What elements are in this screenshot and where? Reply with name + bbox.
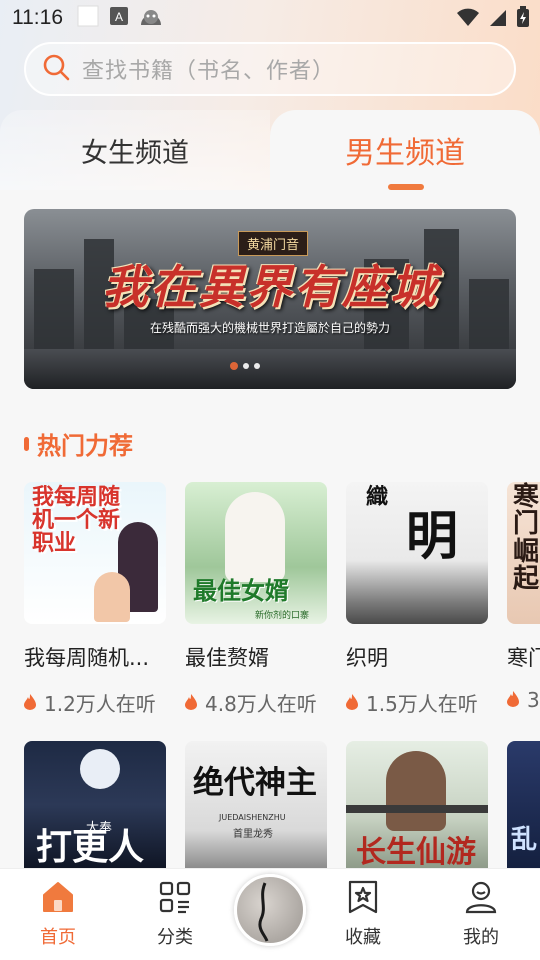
status-time: 11:16 [12,6,63,29]
book-cover[interactable]: 我每周随机一个新职业 [24,482,166,624]
nav-favorites-label: 收藏 [345,927,381,948]
cover-title: 我每周随机一个新职业 [32,484,121,557]
cover-subtitle: 新你剂的口寨 [255,611,310,621]
book-listeners: 1.5万人在听 [346,688,488,717]
banner-subtitle: 在残酷而强大的機械世界打造屬於自己的勢力 [149,321,390,335]
player-cover-art [258,882,269,942]
banner-title: 我在異界有座城 [102,260,438,314]
book-cover[interactable]: 乱 [507,741,540,869]
a-text-icon: A [109,6,129,31]
search-icon [42,53,70,85]
nav-profile-label: 我的 [463,927,499,948]
cover-character [386,751,446,831]
flame-icon [507,688,519,712]
cover-character [225,492,285,582]
cover-title: 打更人 [36,826,145,868]
active-tab-indicator [388,184,424,190]
listener-count: 3 [527,688,540,712]
book-cover[interactable]: 绝代神主 JUEDAISHENZHU 首里龙秀 [185,741,327,869]
wifi-icon [456,7,480,32]
book-cover[interactable]: 最佳女婿 新你剂的口寨 [185,482,327,624]
carousel-dot-active[interactable] [230,362,238,370]
cellular-signal-icon [488,7,508,32]
carousel-dot[interactable] [243,363,249,369]
banner-ground [24,349,516,389]
cover-title: 绝代神主 [193,765,317,801]
section-title: 热门力荐 [37,432,133,460]
section-accent-bar [24,436,29,451]
book-card[interactable]: 长生仙游 [346,741,488,869]
book-cover[interactable]: 寒门崛起 [507,482,540,624]
cover-title: 长生仙游 [356,835,476,869]
channel-tabs: 女生频道 男生频道 [0,110,540,190]
profile-icon [441,879,521,915]
status-bar: 11:16 A [0,0,540,36]
book-card[interactable]: 織 明 织明 1.5万人在听 [346,482,488,717]
status-right-icons [456,6,530,33]
book-card[interactable]: 大奉 打更人 [24,741,166,869]
book-listeners: 1.2万人在听 [24,688,166,717]
nav-category[interactable]: 分类 [135,879,215,949]
cover-title: 乱 [511,825,538,855]
nav-favorites[interactable]: 收藏 [323,879,403,949]
cover-title: 寒门崛起 [513,482,540,594]
tab-female-channel[interactable]: 女生频道 [0,110,270,190]
book-card[interactable]: 乱 [507,741,540,869]
book-cover[interactable]: 織 明 [346,482,488,624]
book-card[interactable]: 最佳女婿 新你剂的口寨 最佳赘婿 4.8万人在听 [185,482,327,717]
book-card[interactable]: 寒门崛起 寒门 3 [507,482,540,712]
flame-icon [24,691,36,715]
book-cover[interactable]: 大奉 打更人 [24,741,166,869]
category-grid-icon [135,879,215,915]
flame-icon [346,691,358,715]
book-card[interactable]: 我每周随机一个新职业 我每周随机... 1.2万人在听 [24,482,166,717]
book-listeners: 4.8万人在听 [185,688,327,717]
flame-icon [185,691,197,715]
cover-pinyin: JUEDAISHENZHU [219,813,286,822]
cover-title-a: 織 [366,484,389,510]
search-bar[interactable]: 查找书籍（书名、作者） [24,42,516,96]
nav-home-label: 首页 [40,927,76,948]
nav-category-label: 分类 [157,927,193,948]
book-title[interactable]: 我每周随机... [24,642,166,672]
battery-charging-icon [516,6,530,33]
svg-text:A: A [115,10,123,24]
cover-title: 最佳女婿 [193,576,289,605]
book-title[interactable]: 织明 [346,642,488,672]
section-header-hot: 热门力荐 [24,426,133,461]
cover-moon [80,749,120,789]
listener-count: 1.5万人在听 [366,692,478,716]
book-cover[interactable]: 长生仙游 [346,741,488,869]
listener-count: 4.8万人在听 [205,692,317,716]
nav-profile[interactable]: 我的 [441,879,521,949]
bookmark-star-icon [323,879,403,915]
cover-sword [346,805,488,813]
notification-square-icon [77,5,99,32]
carousel-dots [230,362,260,370]
cover-author: 首里龙秀 [233,829,273,840]
cover-title-b: 明 [406,506,459,567]
book-title[interactable]: 最佳赘婿 [185,642,327,672]
android-icon [139,5,163,32]
carousel-dot[interactable] [254,363,260,369]
book-listeners: 3 [507,688,540,712]
nav-home[interactable]: 首页 [18,879,98,949]
cover-character [94,572,130,622]
banner-carousel[interactable]: 黄浦门音 我在異界有座城 在残酷而强大的機械世界打造屬於自己的勢力 [24,209,516,389]
listener-count: 1.2万人在听 [44,692,156,716]
book-card[interactable]: 绝代神主 JUEDAISHENZHU 首里龙秀 [185,741,327,869]
home-icon [18,879,98,915]
search-placeholder: 查找书籍（书名、作者） [82,59,336,84]
book-title[interactable]: 寒门 [507,642,540,672]
tab-male-channel[interactable]: 男生频道 [270,110,540,190]
audio-player-button[interactable] [234,874,306,946]
